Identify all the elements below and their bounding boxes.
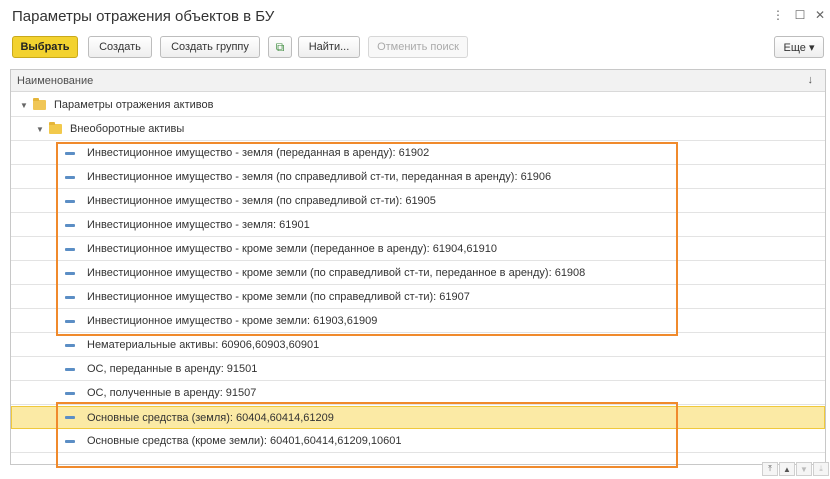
row-label: Основные средства (кроме земли): 60401,6… [87,435,402,447]
row-label: Инвестиционное имущество - земля: 61901 [87,219,310,231]
table-row[interactable]: Инвестиционное имущество - кроме земли: … [11,310,825,333]
table-row[interactable]: ▼ Параметры отражения активов [11,94,825,117]
row-label: Инвестиционное имущество - кроме земли (… [87,243,497,255]
row-label: Инвестиционное имущество - земля (по спр… [87,195,436,207]
row-label: ОС, переданные в аренду: 91501 [87,363,258,375]
column-header-name[interactable]: Наименование [17,75,93,87]
table-row[interactable]: Инвестиционное имущество - земля (по спр… [11,166,825,189]
item-marker-icon [65,343,75,347]
close-icon[interactable]: ✕ [812,8,828,22]
scroll-top-icon[interactable]: ⤒ [762,462,778,476]
scroll-bottom-icon[interactable]: ⤓ [813,462,829,476]
row-label: ОС, полученные в аренду: 91507 [87,387,257,399]
item-marker-icon [65,439,75,443]
item-marker-icon [65,199,75,203]
table-row[interactable]: Инвестиционное имущество - земля (переда… [11,142,825,165]
copy-icon[interactable]: ⧉ [268,36,292,58]
table-row[interactable]: Инвестиционное имущество - кроме земли (… [11,238,825,261]
create-group-button[interactable]: Создать группу [160,36,260,58]
row-label: Инвестиционное имущество - кроме земли: … [87,315,378,327]
objects-table: Наименование ↓ ▼ Параметры отражения акт… [10,69,826,465]
item-marker-icon [65,416,75,419]
row-label: Параметры отражения активов [54,99,214,111]
table-row[interactable]: ОС, полученные в аренду: 91507 [11,382,825,405]
table-row[interactable]: ОС, переданные в аренду: 91501 [11,358,825,381]
table-header: Наименование ↓ [11,70,825,92]
table-row[interactable]: Инвестиционное имущество - кроме земли (… [11,262,825,285]
item-marker-icon [65,391,75,395]
sort-descending-icon[interactable]: ↓ [808,74,814,86]
folder-icon [49,122,62,134]
create-button[interactable]: Создать [88,36,152,58]
scroll-up-icon[interactable]: ▲ [779,462,795,476]
table-row[interactable]: ▼ Внеоборотные активы [11,118,825,141]
table-row[interactable]: Основные средства (кроме земли): 60401,6… [11,430,825,453]
expand-caret-icon[interactable]: ▼ [19,101,29,110]
item-marker-icon [65,319,75,323]
item-marker-icon [65,223,75,227]
row-label: Инвестиционное имущество - земля (по спр… [87,171,552,183]
item-marker-icon [65,295,75,299]
title-bar: Параметры отражения объектов в БУ ⋮ ☐ ✕ [0,0,830,34]
table-row[interactable]: Инвестиционное имущество - земля: 61901 [11,214,825,237]
find-button[interactable]: Найти... [298,36,360,58]
folder-icon [33,98,46,110]
table-row[interactable]: Инвестиционное имущество - земля (по спр… [11,190,825,213]
more-menu-icon[interactable]: ⋮ [770,8,786,22]
item-marker-icon [65,247,75,251]
table-row[interactable]: Нематериальные активы: 60906,60903,60901 [11,334,825,357]
row-label: Инвестиционное имущество - кроме земли (… [87,267,586,279]
window-title: Параметры отражения объектов в БУ [12,8,275,25]
toolbar: Выбрать Создать Создать группу ⧉ Найти..… [0,36,830,62]
table-row[interactable]: Инвестиционное имущество - кроме земли (… [11,286,825,309]
restore-icon[interactable]: ☐ [792,8,808,22]
table-row-selected[interactable]: Основные средства (земля): 60404,60414,6… [11,406,825,429]
item-marker-icon [65,175,75,179]
item-marker-icon [65,367,75,371]
row-label: Инвестиционное имущество - земля (переда… [87,147,430,159]
row-label: Основные средства (земля): 60404,60414,6… [87,411,334,424]
select-button[interactable]: Выбрать [12,36,78,58]
expand-caret-icon[interactable]: ▼ [35,125,45,134]
scroll-down-icon[interactable]: ▼ [796,462,812,476]
item-marker-icon [65,151,75,155]
cancel-search-button[interactable]: Отменить поиск [368,36,468,58]
more-button[interactable]: Еще ▾ [774,36,824,58]
row-label: Внеоборотные активы [70,123,185,135]
item-marker-icon [65,271,75,275]
row-label: Инвестиционное имущество - кроме земли (… [87,291,470,303]
row-label: Нематериальные активы: 60906,60903,60901 [87,339,320,351]
